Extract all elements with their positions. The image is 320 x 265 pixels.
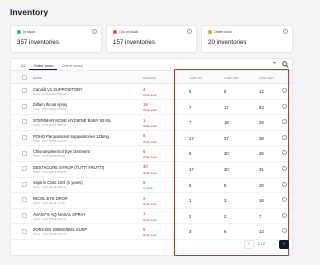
row-checkbox[interactable] — [22, 228, 27, 234]
stock-status: Order soon — [143, 92, 157, 97]
stock-count: 15 — [143, 102, 148, 108]
row-checkbox[interactable] — [22, 119, 27, 125]
stock-status: In stock — [143, 186, 153, 191]
stock-count: 8 — [143, 133, 146, 139]
stat-value: 20 inventories — [208, 39, 247, 46]
stock-count: 2 — [143, 195, 146, 201]
product-meta: SOLD · LAST PRICE 9800.00 — [33, 123, 67, 127]
stat-value: 357 inventories — [17, 39, 59, 46]
stock-count: 1 — [143, 211, 146, 217]
row-checkbox[interactable] — [22, 103, 27, 109]
product-meta: SOLD · LAST PRICE 850.00 — [33, 155, 65, 159]
stat-label: In stock — [23, 30, 36, 34]
status-dot — [113, 30, 117, 34]
product-meta: SOLD · LAST PRICE 700.00 — [33, 201, 65, 205]
info-icon[interactable]: i — [92, 29, 97, 34]
page-title: Inventory — [10, 7, 49, 17]
inventory-table-card: All Order soon Out of stock + NAME STOCK… — [10, 58, 293, 256]
stat-card-order-soon[interactable]: Order soon 20 inventories i — [201, 25, 293, 53]
stat-label: Out of stock — [119, 30, 139, 34]
row-checkbox[interactable] — [22, 150, 27, 156]
col-header-stocks[interactable]: STOCKS — [143, 76, 156, 80]
stat-card-in-stock[interactable]: In stock 357 inventories i — [10, 25, 102, 53]
stock-status: Order soon — [143, 139, 157, 144]
col-header-name[interactable]: NAME — [33, 76, 42, 80]
info-icon[interactable]: i — [187, 29, 192, 34]
stock-status: Order soon — [143, 170, 157, 175]
stock-count: 6 — [143, 148, 146, 154]
product-meta: SOLD · LAST PRICE 2300.00 — [33, 233, 67, 237]
search-icon[interactable] — [282, 61, 289, 68]
stock-status: Order soon — [143, 217, 157, 222]
product-meta: SOLD · LAST PRICE 4500.00 — [33, 92, 67, 96]
tab-all[interactable]: All — [17, 61, 29, 70]
stock-status: Order soon — [143, 123, 157, 128]
stock-count: 4 — [143, 86, 146, 92]
stock-count: 30 — [143, 164, 148, 170]
product-name: AVANY'S AQ NASAL SPRAY — [33, 211, 86, 217]
next-page-button[interactable]: › — [279, 240, 289, 249]
row-checkbox[interactable] — [22, 135, 27, 141]
product-name: Chloramphenicol Eye Ointment — [33, 149, 90, 155]
product-name: ZORAXIN 200MG/5ML SUSP — [33, 227, 87, 233]
stock-status: Order soon — [143, 108, 157, 113]
tab-bar: All Order soon Out of stock — [17, 61, 87, 70]
product-meta: SOLD · LAST PRICE 1500.00 — [33, 186, 67, 190]
product-name: DESTACURE SYRUP (TUTTI FRUTTI) — [33, 164, 105, 170]
product-meta: SOLD · LAST PRICE 3600.00 — [33, 170, 67, 174]
sales-columns-highlight — [174, 69, 289, 256]
stock-count: 5 — [143, 226, 146, 232]
stock-status: Order soon — [143, 201, 157, 206]
tab-out-of-stock[interactable]: Out of stock — [57, 61, 86, 70]
prev-page-button[interactable]: ‹ — [244, 240, 254, 249]
status-dot — [17, 30, 21, 34]
add-icon[interactable]: + — [271, 61, 278, 68]
row-checkbox[interactable] — [22, 213, 27, 219]
product-name: STERIMAR NOSE HYGIENE BABY 50 ML — [33, 117, 111, 123]
product-name: POHO Paracetamol Suppositories 125mg — [33, 133, 109, 139]
info-icon[interactable]: i — [283, 29, 288, 34]
product-meta: SOLD · LAST PRICE 5400.00 — [33, 217, 67, 221]
product-meta: SOLD · LAST PRICE 2100.00 — [33, 139, 67, 143]
row-checkbox[interactable] — [22, 166, 27, 172]
product-meta: SOLD · LAST PRICE 1200.00 — [33, 108, 67, 112]
row-checkbox[interactable] — [22, 88, 27, 94]
stock-count: 1 — [143, 117, 146, 123]
stock-count: 9 — [143, 180, 146, 186]
product-name: Diflam throat spray — [33, 102, 68, 108]
stock-status: Order soon — [143, 155, 157, 160]
product-name: Candid V1 SUPPOSITORY — [33, 86, 83, 92]
row-checkbox[interactable] — [22, 197, 27, 203]
stat-value: 157 inventories — [113, 39, 155, 46]
stat-card-out-of-stock[interactable]: Out of stock 157 inventories i — [106, 25, 197, 53]
row-checkbox[interactable] — [22, 181, 27, 187]
product-name: Septrin Child 1tml (1 years) — [33, 180, 83, 186]
tab-order-soon[interactable]: Order soon — [29, 61, 58, 70]
stat-label: Order soon — [214, 30, 232, 34]
product-name: NICOL EYE DROP — [33, 195, 68, 201]
select-all-checkbox[interactable] — [22, 74, 27, 80]
stock-status: Order soon — [143, 233, 157, 238]
page-indicator: 1 / 2 — [258, 242, 265, 246]
status-dot — [208, 30, 212, 34]
